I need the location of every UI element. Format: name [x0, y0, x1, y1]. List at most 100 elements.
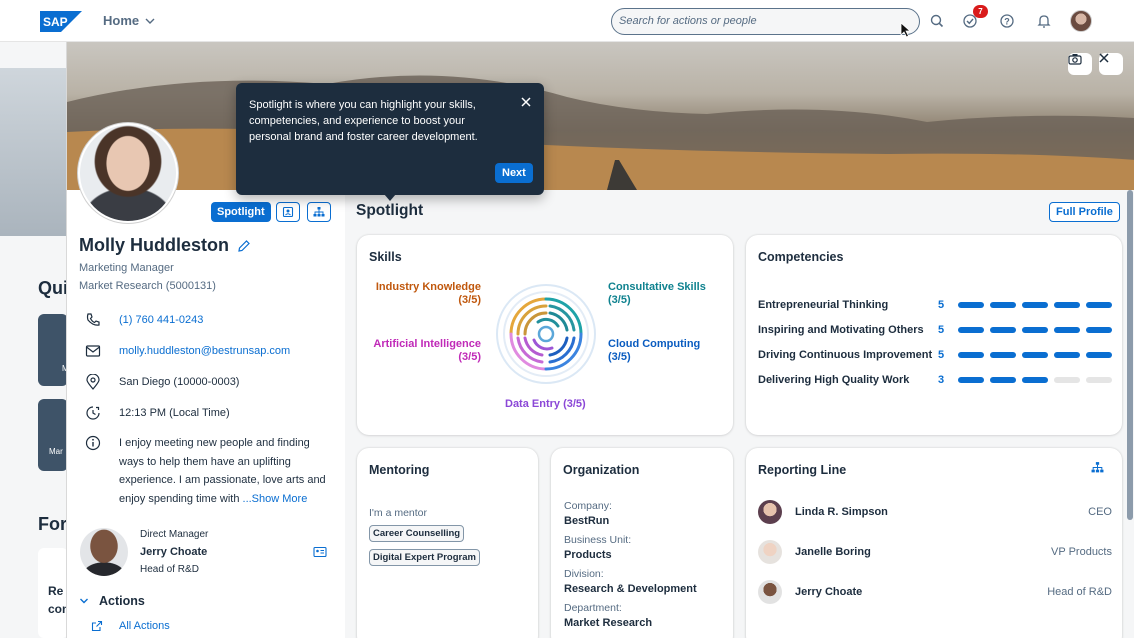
rating-segment	[1022, 327, 1048, 333]
competency-value: 5	[938, 324, 945, 336]
mouse-cursor-icon	[900, 22, 912, 38]
camera-button[interactable]	[1068, 53, 1092, 75]
rating-segment	[1054, 352, 1080, 358]
profile-banner	[67, 42, 1134, 190]
scrollbar[interactable]	[1127, 190, 1133, 520]
background-card[interactable]: Re con	[38, 548, 69, 638]
spotlight-pill[interactable]: Spotlight	[211, 202, 271, 222]
background-title: For	[38, 514, 67, 534]
profile-department: Market Research (5000131)	[79, 280, 216, 292]
rating-segment	[1086, 327, 1112, 333]
background-title: Qui	[38, 278, 68, 298]
rating-segment	[958, 327, 984, 333]
rating-segment	[990, 352, 1016, 358]
skill-artificial-intelligence[interactable]: Artificial Intelligence (3/5)	[373, 338, 481, 364]
reporting-person[interactable]: Jerry Choate Head of R&D	[758, 580, 1112, 604]
organization-title: Organization	[563, 463, 640, 477]
search-icon[interactable]	[928, 12, 946, 30]
close-icon	[1099, 53, 1109, 63]
competency-value: 3	[938, 374, 945, 386]
search-input[interactable]: Search for actions or people	[611, 8, 920, 35]
badge-pill[interactable]	[276, 202, 300, 222]
mentor-tag[interactable]: Career Counselling	[369, 523, 465, 542]
sap-logo[interactable]: SAP	[40, 11, 82, 32]
person-avatar	[758, 500, 782, 524]
chevron-down-icon	[145, 18, 155, 24]
reporting-person[interactable]: Linda R. Simpson CEO	[758, 500, 1112, 524]
all-actions-link[interactable]: All Actions	[91, 620, 170, 632]
close-button[interactable]	[1099, 53, 1123, 75]
email-link[interactable]: molly.huddleston@bestrunsap.com	[119, 345, 290, 357]
manager-avatar[interactable]	[80, 528, 128, 576]
skill-cloud-computing[interactable]: Cloud Computing (3/5)	[608, 338, 700, 364]
background-tile[interactable]: Mar	[38, 399, 68, 471]
competency-row[interactable]: Delivering High Quality Work 3	[758, 374, 1112, 386]
svg-text:?: ?	[1004, 16, 1010, 26]
competency-name: Delivering High Quality Work	[758, 374, 910, 386]
clock-icon	[86, 406, 100, 420]
home-label: Home	[103, 13, 140, 28]
mentor-subtitle: I'm a mentor	[369, 507, 428, 519]
phone-link[interactable]: (1) 760 441-0243	[119, 314, 203, 326]
next-button[interactable]: Next	[495, 163, 533, 183]
edit-icon[interactable]	[237, 239, 251, 253]
location-text: San Diego (10000-0003)	[119, 376, 240, 388]
home-menu[interactable]: Home	[103, 13, 155, 28]
organization-card: Organization Company: BestRun Business U…	[551, 448, 733, 638]
phone-row: (1) 760 441-0243	[84, 311, 203, 329]
competency-row[interactable]: Entrepreneurial Thinking 5	[758, 299, 1112, 311]
rating-segment	[1054, 302, 1080, 308]
external-link-icon	[91, 620, 103, 632]
location-icon	[86, 374, 100, 390]
competency-row[interactable]: Driving Continuous Improvement 5	[758, 349, 1112, 361]
manager-label: Direct Manager	[140, 529, 209, 540]
rating-segment	[990, 327, 1016, 333]
close-icon[interactable]	[519, 95, 533, 109]
mentor-tag[interactable]: Digital Expert Program	[369, 547, 480, 566]
location-row: San Diego (10000-0003)	[84, 373, 239, 391]
skills-card: Skills Industry Knowledge (3/5) Consultat…	[357, 235, 733, 435]
email-icon	[85, 345, 101, 357]
skill-data-entry[interactable]: Data Entry (3/5)	[505, 398, 586, 411]
local-time-text: 12:13 PM (Local Time)	[119, 407, 230, 419]
rating-segment	[1022, 377, 1048, 383]
chevron-down-icon	[80, 598, 88, 604]
popover-text: Spotlight is where you can highlight you…	[249, 99, 478, 143]
org-chart-icon[interactable]	[1091, 461, 1104, 474]
competency-name: Entrepreneurial Thinking	[758, 299, 889, 311]
reporting-person[interactable]: Janelle Boring VP Products	[758, 540, 1112, 564]
id-card-icon	[282, 206, 294, 218]
skill-industry-knowledge[interactable]: Industry Knowledge (3/5)	[376, 281, 481, 307]
show-more-link[interactable]: ...Show More	[243, 493, 308, 505]
info-icon	[85, 435, 101, 451]
profile-title: Marketing Manager	[79, 262, 174, 274]
competencies-title: Competencies	[758, 250, 844, 264]
background-tile[interactable]: M	[38, 314, 69, 386]
org-chart-pill[interactable]	[307, 202, 331, 222]
rating-segment	[1086, 377, 1112, 383]
rating-segment	[1054, 327, 1080, 333]
background-hero	[0, 68, 66, 236]
actions-toggle[interactable]: Actions	[79, 594, 145, 608]
competencies-card: Competencies Entrepreneurial Thinking 5 In…	[746, 235, 1122, 435]
competency-value: 5	[938, 299, 945, 311]
email-row: molly.huddleston@bestrunsap.com	[84, 342, 290, 360]
department-value: Market Research	[564, 617, 653, 629]
rating-segment	[1086, 302, 1112, 308]
bell-icon[interactable]	[1035, 12, 1053, 30]
reporting-title: Reporting Line	[758, 463, 847, 477]
division-value: Research & Development	[564, 583, 697, 595]
help-icon[interactable]: ?	[998, 12, 1016, 30]
manager-name[interactable]: Jerry Choate	[140, 546, 207, 558]
rating-segment	[990, 302, 1016, 308]
skills-title: Skills	[369, 250, 402, 264]
full-profile-button[interactable]: Full Profile	[1049, 202, 1120, 222]
competency-row[interactable]: Inspiring and Motivating Others 5	[758, 324, 1112, 336]
business-unit-value: Products	[564, 549, 612, 561]
mentoring-card: Mentoring I'm a mentor Career Counsellin…	[357, 448, 538, 638]
user-avatar[interactable]	[1070, 10, 1092, 32]
contact-card-icon[interactable]	[313, 546, 327, 558]
skill-consultative[interactable]: Consultative Skills (3/5)	[608, 281, 706, 307]
notification-badge: 7	[973, 5, 988, 18]
camera-icon	[1068, 54, 1082, 65]
